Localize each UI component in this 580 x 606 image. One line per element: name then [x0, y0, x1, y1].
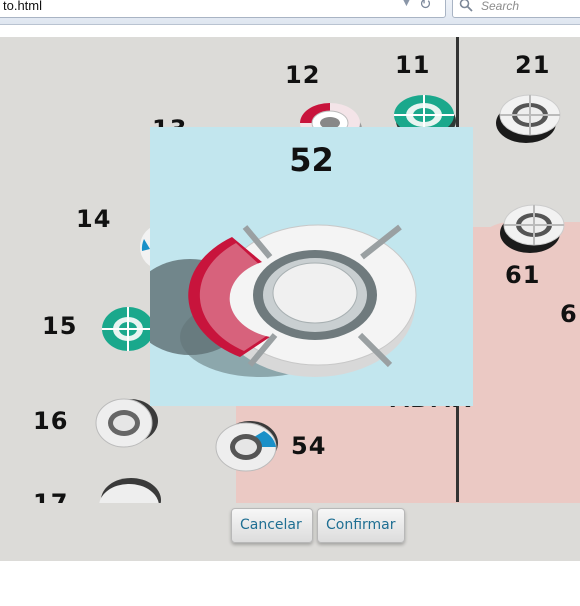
seat-number-12: 12 — [285, 61, 321, 89]
chevron-down-icon[interactable]: ▼ — [401, 0, 412, 9]
seat-number-17: 17 — [33, 489, 69, 503]
search-placeholder: Search — [481, 0, 520, 13]
seat-number-6: 6 — [560, 300, 578, 328]
seat-54[interactable] — [212, 417, 282, 475]
cancel-button[interactable]: Cancelar — [231, 508, 313, 543]
seat-number-54: 54 — [291, 432, 327, 460]
address-bar[interactable]: to.html ▼ ↻ — [0, 0, 446, 18]
popup-seat-number: 52 — [289, 141, 334, 179]
confirm-button[interactable]: Confirmar — [317, 508, 405, 543]
seat-map: ADAR 11 12 13 14 15 16 17 21 54 61 6 — [0, 37, 580, 503]
seat-map-app: ADAR 11 12 13 14 15 16 17 21 54 61 6 — [0, 37, 580, 561]
seat-21[interactable] — [496, 89, 562, 145]
seat-number-14: 14 — [76, 205, 112, 233]
page-top-gap — [0, 25, 580, 37]
seat-teal-icon — [102, 307, 150, 351]
browser-search-field[interactable]: Search — [452, 0, 580, 18]
seat-white-icon — [99, 478, 161, 503]
seat-number-11: 11 — [395, 51, 431, 79]
browser-toolbar: to.html ▼ ↻ Search — [0, 0, 580, 25]
address-text: to.html — [3, 0, 43, 13]
seat-red-icon — [150, 224, 417, 377]
seat-number-21: 21 — [515, 51, 551, 79]
search-icon — [459, 0, 473, 12]
seat-15[interactable] — [100, 301, 150, 353]
seat-61[interactable] — [500, 199, 566, 255]
seat-number-16: 16 — [33, 407, 69, 435]
seat-17[interactable] — [97, 478, 163, 503]
seat-detail-popup: 52 — [150, 127, 473, 406]
seat-number-15: 15 — [42, 312, 78, 340]
seat-white-icon — [500, 204, 565, 253]
seat-number-61: 61 — [505, 261, 541, 289]
seat-blue-icon — [215, 421, 278, 472]
reload-icon[interactable]: ↻ — [419, 0, 432, 13]
seat-white-icon — [496, 94, 561, 143]
